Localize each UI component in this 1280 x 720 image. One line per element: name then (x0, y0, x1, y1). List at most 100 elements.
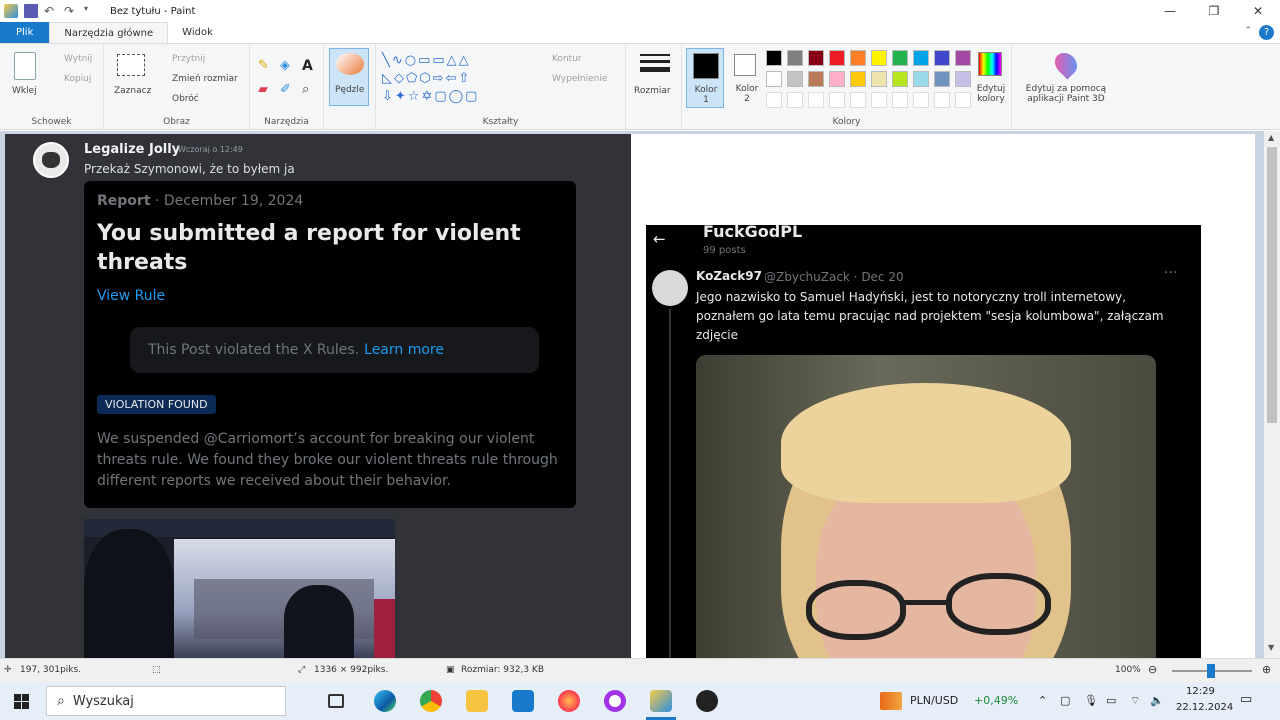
undo-icon[interactable]: ↶ (44, 4, 58, 18)
scrollbar-thumb[interactable] (1267, 147, 1277, 423)
palette-swatch-empty[interactable] (892, 92, 908, 108)
tray-wifi-icon[interactable]: ⌔ (1130, 694, 1140, 708)
edge-icon[interactable] (374, 690, 396, 712)
tray-network-icon[interactable]: ▢ (1060, 694, 1070, 707)
palette-swatch-empty[interactable] (766, 92, 782, 108)
windows-start-icon[interactable] (14, 694, 29, 709)
redo-icon[interactable]: ↷ (64, 4, 78, 18)
size-lines-icon[interactable] (640, 54, 670, 72)
palette-swatch[interactable] (850, 71, 866, 87)
task-view-icon[interactable] (328, 694, 344, 708)
rule-notice-text: This Post violated the X Rules. (148, 342, 360, 358)
eraser-icon[interactable]: ▰ (258, 82, 268, 97)
cut-button[interactable]: Wytnij (64, 54, 92, 64)
palette-swatch[interactable] (871, 50, 887, 66)
palette-swatch[interactable] (913, 50, 929, 66)
chrome-icon[interactable] (420, 690, 442, 712)
close-button[interactable]: ✕ (1236, 0, 1280, 22)
tab-home[interactable]: Narzędzia główne (49, 22, 169, 43)
palette-swatch[interactable] (850, 50, 866, 66)
paste-icon[interactable] (14, 52, 36, 80)
color-picker-icon[interactable]: ✐ (280, 82, 291, 97)
scroll-down-icon[interactable]: ▼ (1268, 643, 1274, 652)
tray-mic-icon[interactable]: 🎙 (1084, 694, 1098, 707)
palette-swatch[interactable] (829, 50, 845, 66)
mail-icon[interactable] (512, 690, 534, 712)
palette-swatch-empty[interactable] (787, 92, 803, 108)
zoom-slider-thumb[interactable] (1207, 664, 1215, 678)
text-tool-icon[interactable]: A (302, 58, 313, 74)
palette-swatch-empty[interactable] (808, 92, 824, 108)
edit-colors-icon[interactable] (978, 52, 1002, 76)
tab-file[interactable]: Plik (0, 22, 50, 43)
palette-swatch[interactable] (808, 50, 824, 66)
copy-button[interactable]: Kopiuj (64, 74, 91, 84)
tray-chevron-icon[interactable]: ⌃ (1038, 694, 1047, 707)
palette-swatch[interactable] (913, 71, 929, 87)
palette-swatch[interactable] (766, 50, 782, 66)
clock-time[interactable]: 12:29 (1186, 686, 1215, 697)
minimize-button[interactable]: — (1148, 0, 1192, 22)
palette-swatch[interactable] (787, 50, 803, 66)
magnifier-icon[interactable]: ⌕ (302, 82, 309, 97)
palette-swatch[interactable] (892, 71, 908, 87)
resize-button[interactable]: Zmień rozmiar (172, 74, 238, 84)
palette-swatch-empty[interactable] (829, 92, 845, 108)
select-icon[interactable] (117, 54, 145, 76)
edit-colors-button[interactable]: Edytuj kolory (974, 84, 1008, 104)
palette-swatch-empty[interactable] (955, 92, 971, 108)
color2-swatch[interactable] (734, 54, 756, 76)
clock-date[interactable]: 22.12.2024 (1176, 702, 1233, 713)
palette-swatch[interactable] (892, 50, 908, 66)
tweet-photo (696, 355, 1156, 658)
paint3d-icon[interactable] (1050, 48, 1082, 80)
palette-swatch[interactable] (955, 50, 971, 66)
palette-swatch[interactable] (808, 71, 824, 87)
rotate-button[interactable]: Obróć (172, 94, 199, 104)
color1-button[interactable]: Kolor 1 (686, 48, 724, 108)
size-button[interactable]: Rozmiar (634, 86, 671, 96)
tray-volume-icon[interactable]: 🔈 (1150, 694, 1164, 707)
palette-swatch-empty[interactable] (850, 92, 866, 108)
collapse-ribbon-icon[interactable]: ⌃ (1244, 26, 1252, 36)
palette-swatch-empty[interactable] (913, 92, 929, 108)
crop-button[interactable]: Przytnij (172, 54, 205, 64)
paste-button[interactable]: Wklej (12, 86, 37, 96)
firefox-icon[interactable] (558, 690, 580, 712)
tray-battery-icon[interactable]: ▭ (1106, 694, 1116, 707)
zoom-in-icon[interactable]: ⊕ (1262, 663, 1271, 676)
paint3d-button[interactable]: Edytuj za pomocą aplikacji Paint 3D (1018, 84, 1114, 104)
pencil-icon[interactable]: ✎ (258, 58, 269, 73)
taskbar-search[interactable]: ⌕ Wyszukaj (46, 686, 286, 716)
palette-swatch[interactable] (934, 71, 950, 87)
brushes-button[interactable]: Pędzle (329, 48, 369, 106)
taskbar: ⌕ Wyszukaj PLN/USD +0,49% ⌃ ▢ 🎙 ▭ ⌔ 🔈 12… (0, 682, 1280, 720)
scroll-up-icon[interactable]: ▲ (1268, 133, 1274, 142)
canvas[interactable]: Legalize Jolly Wczoraj o 12:49 Przekaż S… (5, 134, 1255, 658)
palette-swatch[interactable] (955, 71, 971, 87)
help-icon[interactable]: ? (1259, 25, 1274, 40)
palette-swatch[interactable] (871, 71, 887, 87)
opera-icon[interactable] (604, 690, 626, 712)
save-icon[interactable] (24, 4, 38, 18)
app-taskbar-icon[interactable] (696, 690, 718, 712)
palette-swatch[interactable] (934, 50, 950, 66)
palette-swatch[interactable] (787, 71, 803, 87)
file-explorer-icon[interactable] (466, 690, 488, 712)
zoom-out-icon[interactable]: ⊖ (1148, 663, 1157, 676)
vertical-scrollbar[interactable]: ▲ ▼ (1264, 131, 1280, 658)
fill-button[interactable]: Wypełnienie (552, 74, 607, 84)
palette-swatch[interactable] (829, 71, 845, 87)
customize-quick-access-icon[interactable]: ▾ (84, 4, 98, 18)
paint-taskbar-icon[interactable] (650, 690, 672, 712)
palette-swatch-empty[interactable] (934, 92, 950, 108)
shapes-gallery[interactable]: ╲∿○▭▭△△ ◺◇⬠⬡⇨⇦⇧ ⇩✦☆✡▢◯▢ (382, 52, 514, 106)
maximize-button[interactable]: ❐ (1192, 0, 1236, 22)
outline-button[interactable]: Kontur (552, 54, 582, 64)
select-button[interactable]: Zaznacz (114, 86, 151, 96)
fill-icon[interactable]: ◈ (280, 58, 290, 73)
tab-view[interactable]: Widok (168, 22, 227, 43)
palette-swatch[interactable] (766, 71, 782, 87)
palette-swatch-empty[interactable] (871, 92, 887, 108)
notifications-icon[interactable]: ▭ (1240, 692, 1252, 707)
